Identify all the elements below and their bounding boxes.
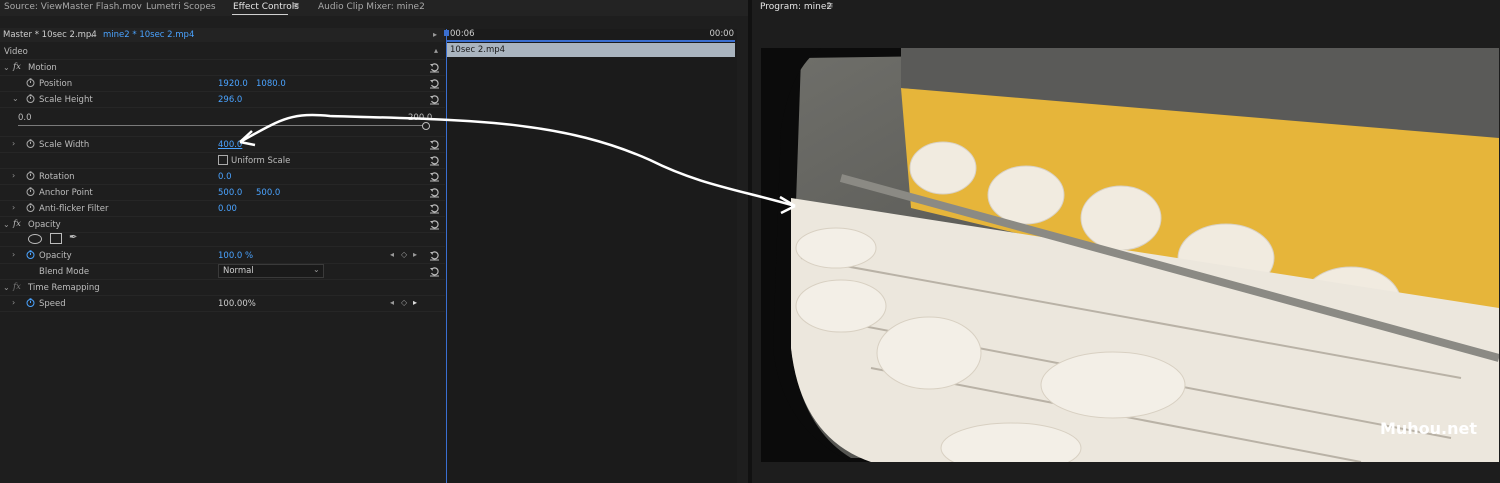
annotation-arrow — [239, 113, 796, 215]
